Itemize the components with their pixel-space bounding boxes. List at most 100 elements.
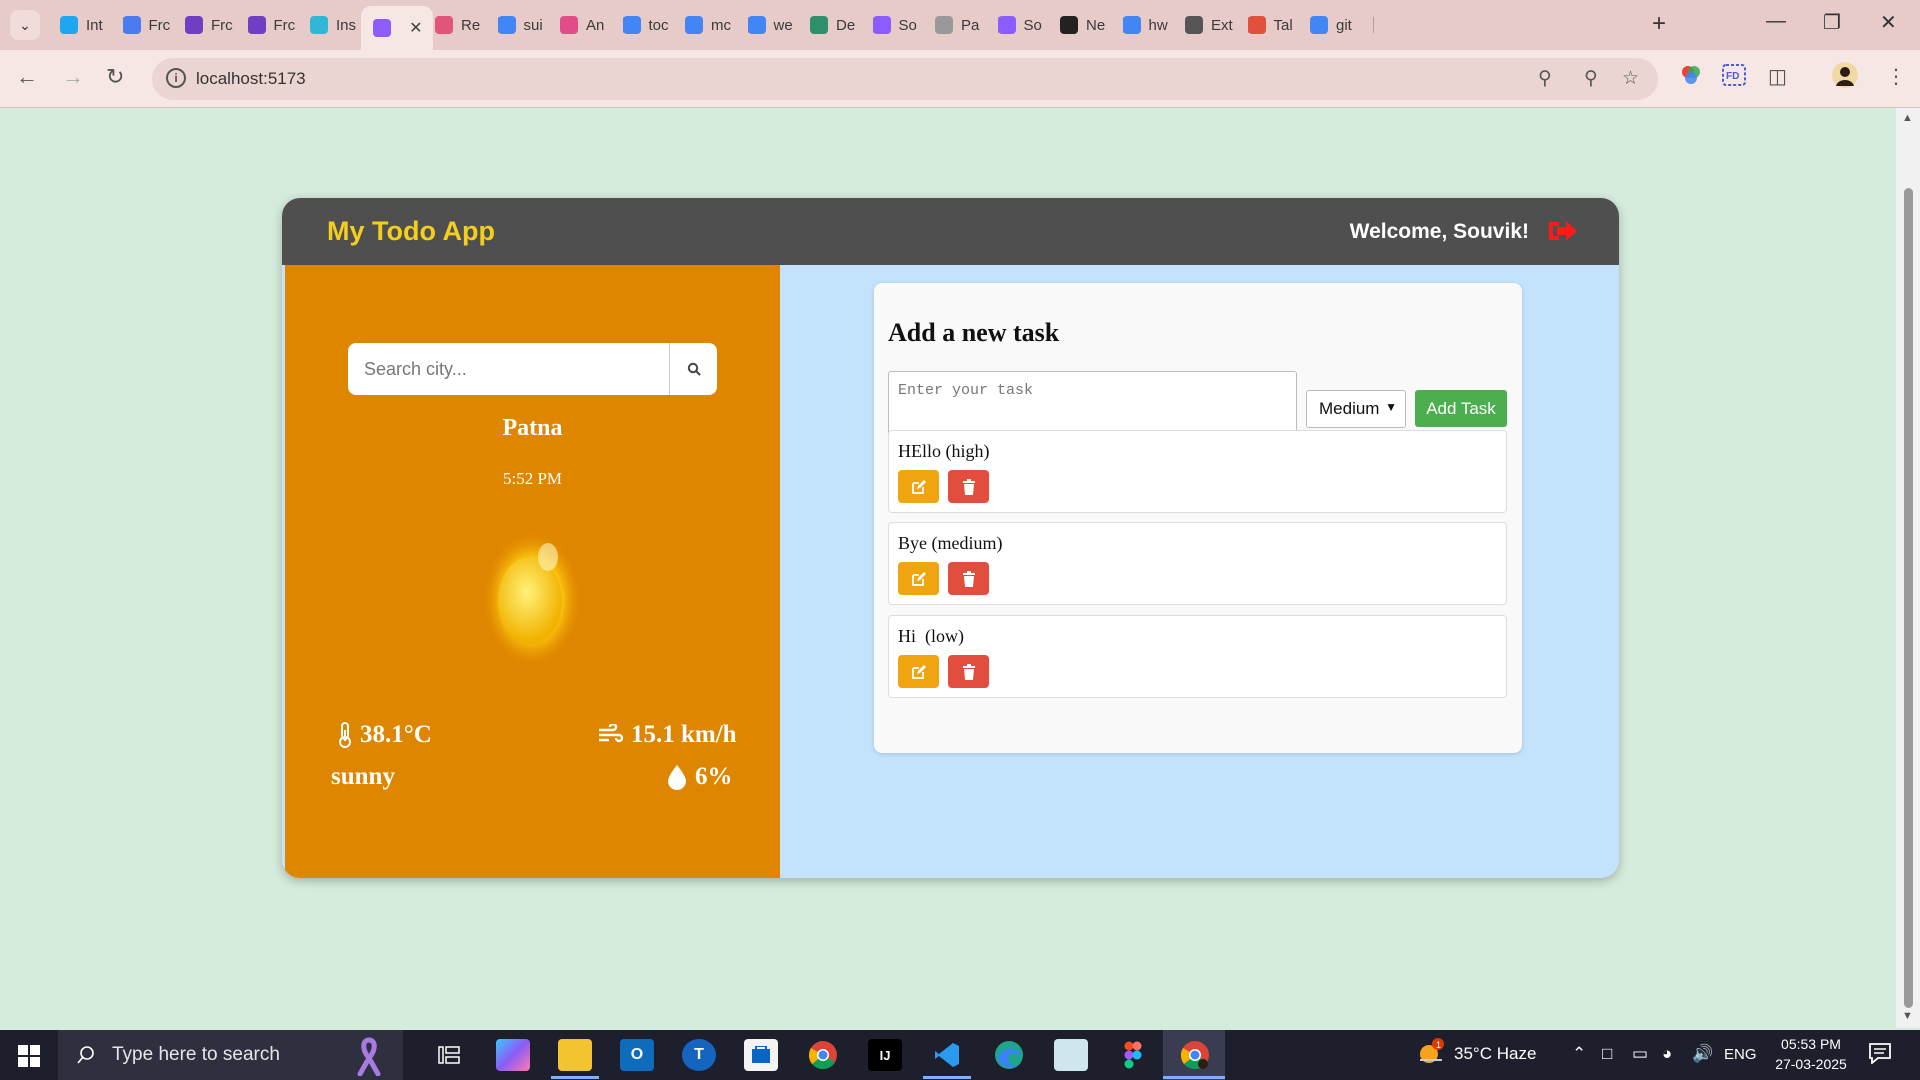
windows-taskbar: Type here to search O T IJ 1 35°C Haze ⌃… [0, 1030, 1920, 1080]
chrome-app-icon[interactable] [806, 1039, 840, 1071]
notes-app-icon[interactable] [1054, 1039, 1088, 1071]
local-time: 5:52 PM [502, 469, 563, 488]
google-favicon [685, 16, 703, 34]
browser-tab[interactable]: git [1298, 8, 1374, 42]
profile-avatar[interactable] [1832, 62, 1858, 94]
page-scrollbar[interactable]: ▲ ▼ [1896, 108, 1920, 1028]
meet-now-icon[interactable]: □ [1602, 1044, 1612, 1064]
minimize-button[interactable]: — [1766, 10, 1786, 33]
forward-icon[interactable]: → [62, 64, 84, 90]
edit-task-button[interactable] [898, 655, 939, 688]
wind-value: 15.1 km/h [631, 721, 737, 748]
language-indicator[interactable]: ENG [1724, 1046, 1757, 1063]
extensions-puzzle-icon[interactable]: ◫ [1768, 64, 1787, 89]
windows-start-icon[interactable] [18, 1045, 40, 1067]
teams-app-icon[interactable]: T [682, 1039, 716, 1071]
close-window-button[interactable]: ✕ [1880, 10, 1897, 35]
clock-date: 27-03-2025 [1775, 1056, 1847, 1072]
scroll-down-arrow-icon[interactable]: ▼ [1902, 1010, 1913, 1022]
tab-title: Frc [273, 16, 296, 34]
logout-icon[interactable] [1545, 216, 1579, 246]
chrome-profile-app-icon[interactable] [1178, 1039, 1212, 1071]
battery-icon[interactable]: ▭ [1632, 1044, 1648, 1064]
sun-icon [482, 527, 582, 667]
weather-widget-icon[interactable]: 1 [1416, 1038, 1446, 1073]
bookmark-star-icon[interactable]: ☆ [1622, 67, 1639, 90]
scroll-up-arrow-icon[interactable]: ▲ [1902, 112, 1913, 124]
scrollbar-thumb[interactable] [1904, 188, 1913, 1008]
task-item: Bye (medium) [888, 522, 1507, 605]
tab-title: git [1336, 16, 1352, 34]
new-tab-button[interactable]: + [1652, 10, 1666, 38]
city-search-input[interactable] [348, 343, 668, 395]
edit-task-button[interactable] [898, 470, 939, 503]
restore-button[interactable]: ❐ [1823, 10, 1841, 35]
intellij-app-icon[interactable]: IJ [868, 1039, 902, 1071]
priority-select[interactable]: Medium ▼ [1306, 390, 1406, 428]
chrome-active-indicator [1163, 1076, 1225, 1079]
google-favicon [747, 16, 766, 34]
edit-icon [911, 664, 926, 679]
rainbow-favicon [1247, 16, 1266, 34]
react-favicon [435, 16, 453, 34]
task-label: Bye (medium) [898, 533, 1003, 553]
back-icon[interactable]: ← [16, 64, 38, 90]
taskbar-weather-text[interactable]: 35°C Haze [1454, 1044, 1536, 1064]
temperature-stat: 38.1°C [338, 721, 432, 749]
url-text[interactable]: localhost:5173 [196, 69, 306, 89]
task-view-icon[interactable] [432, 1039, 466, 1071]
volume-icon[interactable]: 🔊 [1692, 1044, 1713, 1064]
store-app-icon[interactable] [744, 1039, 778, 1071]
trash-icon [962, 570, 975, 587]
zoom-icon[interactable]: ⚲ [1584, 67, 1598, 90]
instagram-favicon [60, 16, 78, 34]
outlook-app-icon[interactable]: O [620, 1039, 654, 1071]
taskbar-search-box[interactable]: Type here to search [58, 1030, 403, 1080]
network-icon[interactable]: ◕ [1662, 1044, 1672, 1064]
tab-title: toc [648, 16, 669, 34]
google-favicon [1310, 16, 1328, 34]
delete-task-button[interactable] [948, 470, 989, 503]
edit-task-button[interactable] [898, 562, 939, 595]
awareness-ribbon-icon[interactable] [350, 1036, 388, 1076]
tab-search-button[interactable]: ⌄ [10, 10, 40, 40]
tab-title: Ins [336, 16, 357, 34]
vscode-active-indicator [923, 1076, 971, 1079]
edit-icon [911, 571, 926, 586]
chevron-up-icon[interactable]: ⌃ [1572, 1044, 1586, 1064]
figma-app-icon[interactable] [1116, 1039, 1150, 1071]
vscode-app-icon[interactable] [930, 1039, 964, 1071]
delete-task-button[interactable] [948, 562, 989, 595]
add-task-button[interactable]: Add Task [1415, 390, 1507, 427]
puzzle-favicon [1185, 16, 1203, 34]
password-key-icon[interactable]: ⚲ [1538, 67, 1552, 90]
temperature-value: 38.1°C [360, 721, 432, 748]
city-search-box [348, 343, 717, 395]
extension-color-icon[interactable] [1680, 64, 1702, 92]
menu-kebab-icon[interactable]: ⋮ [1886, 64, 1906, 89]
close-tab-icon[interactable]: ✕ [409, 18, 422, 38]
tab-title: An [586, 16, 605, 34]
wind-stat: 15.1 km/h [597, 721, 737, 749]
address-bar[interactable]: i localhost:5173 ⚲ ⚲ ☆ [152, 58, 1658, 100]
browser-tab-active[interactable]: ✕ [360, 6, 433, 50]
tab-title: Ext [1211, 16, 1233, 34]
notifications-icon[interactable] [1868, 1042, 1892, 1069]
copilot-app-icon[interactable] [496, 1039, 530, 1071]
priority-selected-value: Medium [1319, 399, 1380, 418]
site-info-icon[interactable]: i [166, 68, 186, 88]
extension-fd-icon[interactable]: FD [1722, 64, 1746, 92]
file-explorer-app-icon[interactable] [558, 1039, 592, 1071]
reload-icon[interactable]: ↻ [106, 64, 124, 90]
todo-app-container: My Todo App Welcome, Souvik! Patna 5:52 … [282, 198, 1619, 878]
tab-title: Tal [1273, 16, 1293, 34]
delete-task-button[interactable] [948, 655, 989, 688]
weather-alert-badge: 1 [1436, 1040, 1441, 1050]
todo-card: Add a new task ◢ Medium ▼ Add Task HEllo… [874, 283, 1522, 753]
humidity-stat: 6% [667, 763, 733, 791]
github-favicon [1060, 16, 1078, 34]
city-search-button[interactable] [669, 343, 717, 395]
taskbar-clock[interactable]: 05:53 PM 27-03-2025 [1766, 1034, 1856, 1074]
edge-app-icon[interactable] [992, 1039, 1026, 1071]
task-item: HEllo (high) [888, 430, 1507, 513]
